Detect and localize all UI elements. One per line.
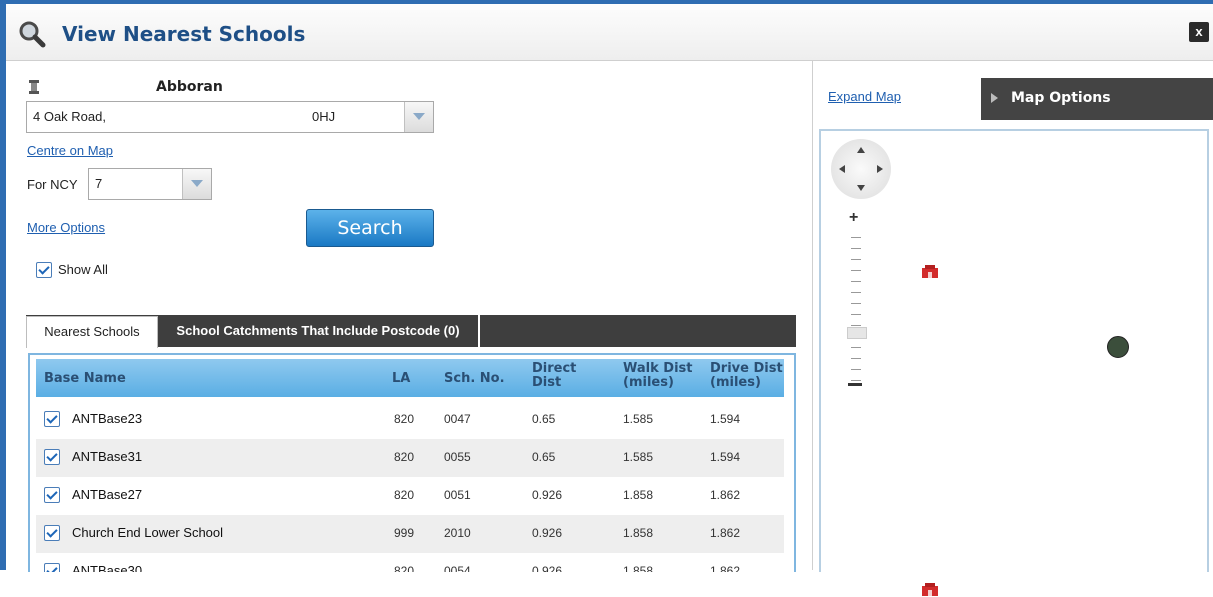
dialog-title: View Nearest Schools bbox=[62, 22, 306, 46]
row-checkbox[interactable] bbox=[44, 525, 60, 541]
row-drive: 1.594 bbox=[710, 450, 741, 464]
pan-left-icon[interactable] bbox=[839, 165, 845, 173]
row-checkbox[interactable] bbox=[44, 449, 60, 465]
map-panel: Expand Map Map Options + bbox=[813, 61, 1213, 596]
zoom-in-button[interactable]: + bbox=[849, 209, 858, 227]
show-all-toggle[interactable]: Show All bbox=[36, 261, 108, 281]
col-walk-dist-line2: (miles) bbox=[623, 375, 674, 390]
col-sch-no[interactable]: Sch. No. bbox=[444, 371, 505, 386]
show-all-label: Show All bbox=[58, 262, 108, 278]
map-options-button[interactable]: Map Options bbox=[981, 78, 1213, 120]
row-la: 999 bbox=[394, 526, 415, 540]
col-walk-dist[interactable]: Walk Dist (miles) bbox=[623, 362, 692, 390]
row-name: ANTBase31 bbox=[72, 449, 143, 464]
col-direct-dist-line1: Direct bbox=[532, 361, 577, 376]
row-la: 820 bbox=[394, 564, 415, 572]
pan-control[interactable] bbox=[831, 139, 891, 199]
chevron-right-icon bbox=[991, 93, 998, 103]
row-checkbox[interactable] bbox=[44, 563, 60, 572]
col-drive-dist[interactable]: Drive Dist (miles) bbox=[710, 362, 783, 390]
row-drive: 1.862 bbox=[710, 526, 741, 540]
row-la: 820 bbox=[394, 488, 415, 502]
dialog-titlebar: View Nearest Schools x bbox=[6, 4, 1213, 61]
results-tabbar: Nearest Schools School Catchments That I… bbox=[26, 315, 796, 348]
row-la: 820 bbox=[394, 450, 415, 464]
map-canvas[interactable]: + bbox=[819, 129, 1209, 596]
row-la: 820 bbox=[394, 412, 415, 426]
ncy-dropdown-button[interactable] bbox=[182, 169, 211, 199]
tab-nearest-schools[interactable]: Nearest Schools bbox=[26, 316, 158, 348]
table-row[interactable]: ANTBase30 820 0054 0.926 1.858 1.862 bbox=[36, 553, 784, 572]
address-dropdown[interactable]: 4 Oak Road, 0HJ bbox=[26, 101, 434, 133]
more-options-link[interactable]: More Options bbox=[27, 220, 105, 235]
row-direct: 0.926 bbox=[532, 564, 563, 572]
row-walk: 1.585 bbox=[623, 412, 654, 426]
row-name: ANTBase30 bbox=[72, 563, 143, 572]
col-la[interactable]: LA bbox=[392, 371, 410, 386]
zoom-out-button[interactable] bbox=[848, 383, 862, 386]
address-postcode: 0HJ bbox=[312, 109, 336, 124]
row-drive: 1.862 bbox=[710, 488, 741, 502]
row-drive: 1.594 bbox=[710, 412, 741, 426]
centre-on-map-link[interactable]: Centre on Map bbox=[27, 143, 113, 158]
table-row[interactable]: Church End Lower School 999 2010 0.926 1… bbox=[36, 515, 784, 553]
home-location-marker[interactable] bbox=[1107, 336, 1129, 358]
row-checkbox[interactable] bbox=[44, 411, 60, 427]
address-dropdown-button[interactable] bbox=[404, 102, 433, 132]
pan-up-icon[interactable] bbox=[857, 147, 865, 153]
search-panel: Abboran 4 Oak Road, 0HJ Centre on Map Fo… bbox=[6, 61, 813, 572]
tab-school-catchments[interactable]: School Catchments That Include Postcode … bbox=[158, 315, 480, 347]
chevron-down-icon bbox=[191, 180, 203, 187]
expand-map-link[interactable]: Expand Map bbox=[828, 89, 901, 104]
tab-school-catchments-label: School Catchments That Include Postcode … bbox=[176, 323, 460, 338]
row-walk: 1.858 bbox=[623, 488, 654, 502]
table-row[interactable]: ANTBase23 820 0047 0.65 1.585 1.594 bbox=[36, 401, 784, 439]
row-sch-no: 0047 bbox=[444, 412, 471, 426]
row-direct: 0.65 bbox=[532, 412, 556, 426]
search-button[interactable]: Search bbox=[306, 209, 434, 247]
row-name: ANTBase23 bbox=[72, 411, 143, 426]
table-row[interactable]: ANTBase27 820 0051 0.926 1.858 1.862 bbox=[36, 477, 784, 515]
row-walk: 1.858 bbox=[623, 526, 654, 540]
establishment-icon bbox=[29, 80, 39, 94]
ncy-value: 7 bbox=[95, 176, 103, 191]
row-walk: 1.585 bbox=[623, 450, 654, 464]
address-value: 4 Oak Road, bbox=[33, 109, 106, 124]
row-sch-no: 2010 bbox=[444, 526, 471, 540]
show-all-checkbox[interactable] bbox=[36, 261, 52, 278]
zoom-slider[interactable] bbox=[851, 227, 861, 387]
school-marker-icon[interactable] bbox=[921, 265, 939, 279]
chevron-down-icon bbox=[413, 113, 425, 120]
row-sch-no: 0055 bbox=[444, 450, 471, 464]
grid-header: Base Name LA Sch. No. Direct Dist Walk D… bbox=[36, 359, 784, 397]
ncy-dropdown[interactable]: 7 bbox=[88, 168, 212, 200]
ncy-label: For NCY bbox=[27, 177, 78, 192]
row-direct: 0.926 bbox=[532, 526, 563, 540]
row-direct: 0.65 bbox=[532, 450, 556, 464]
magnifier-icon bbox=[19, 21, 46, 48]
col-drive-dist-line1: Drive Dist bbox=[710, 361, 783, 376]
row-direct: 0.926 bbox=[532, 488, 563, 502]
pan-down-icon[interactable] bbox=[857, 185, 865, 191]
col-direct-dist-line2: Dist bbox=[532, 375, 562, 390]
row-checkbox[interactable] bbox=[44, 487, 60, 503]
col-drive-dist-line2: (miles) bbox=[710, 375, 761, 390]
map-options-label: Map Options bbox=[1011, 90, 1111, 106]
col-base-name[interactable]: Base Name bbox=[44, 371, 126, 386]
row-drive: 1.862 bbox=[710, 564, 741, 572]
col-direct-dist[interactable]: Direct Dist bbox=[532, 362, 576, 390]
row-walk: 1.858 bbox=[623, 564, 654, 572]
row-sch-no: 0054 bbox=[444, 564, 471, 572]
row-name: ANTBase27 bbox=[72, 487, 143, 502]
school-marker-icon[interactable] bbox=[921, 583, 939, 597]
col-walk-dist-line1: Walk Dist bbox=[623, 361, 693, 376]
row-name: Church End Lower School bbox=[72, 525, 224, 540]
results-grid: Base Name LA Sch. No. Direct Dist Walk D… bbox=[28, 353, 796, 572]
table-row[interactable]: ANTBase31 820 0055 0.65 1.585 1.594 bbox=[36, 439, 784, 477]
establishment-name: Abboran bbox=[156, 79, 223, 95]
zoom-slider-thumb[interactable] bbox=[847, 327, 867, 339]
row-sch-no: 0051 bbox=[444, 488, 471, 502]
close-button[interactable]: x bbox=[1189, 22, 1209, 42]
pan-right-icon[interactable] bbox=[877, 165, 883, 173]
